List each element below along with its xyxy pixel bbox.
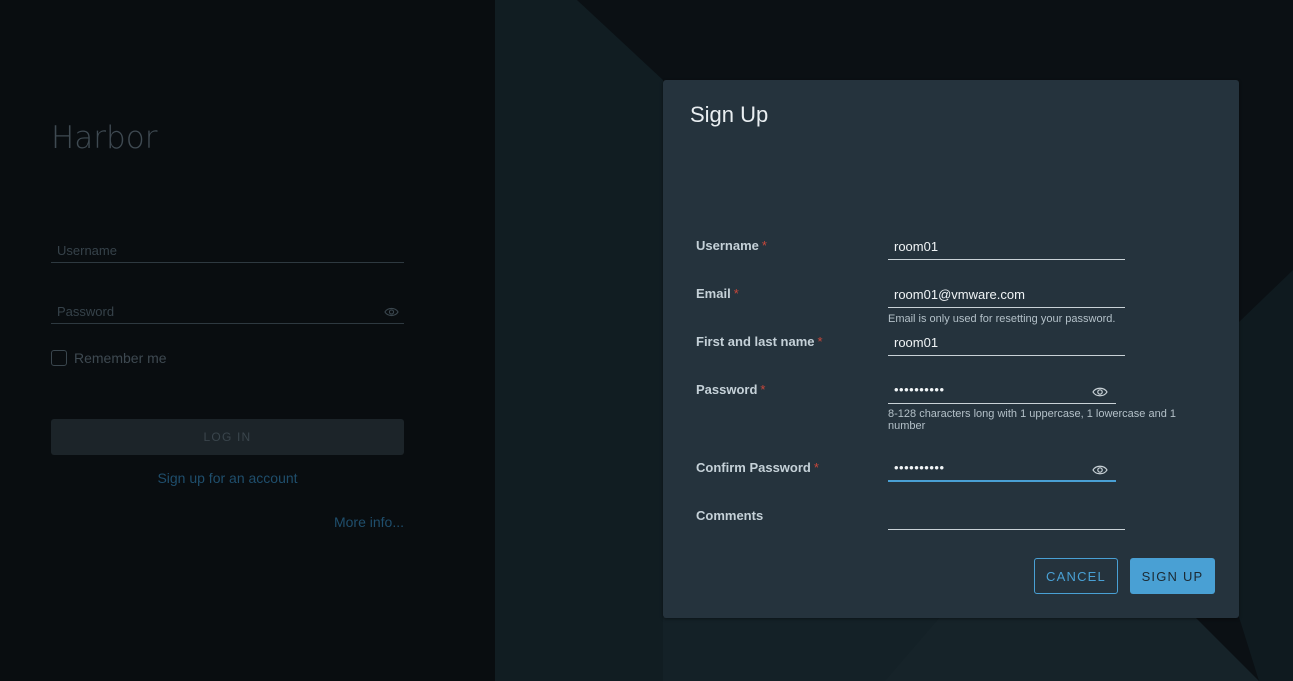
fullname-value: room01 — [894, 335, 939, 350]
more-info-link[interactable]: More info... — [51, 514, 404, 530]
required-mark: * — [760, 382, 766, 397]
sign-up-button[interactable]: SIGN UP — [1130, 558, 1215, 594]
remember-checkbox[interactable] — [51, 350, 67, 366]
eye-icon[interactable] — [1092, 385, 1108, 399]
required-mark: * — [817, 334, 823, 349]
email-value: room01@vmware.com — [894, 287, 1025, 302]
username-input[interactable]: room01 — [888, 236, 1125, 260]
required-mark: * — [733, 286, 739, 301]
email-helper-text: Email is only used for resetting your pa… — [888, 313, 1116, 325]
username-value: room01 — [894, 239, 939, 254]
cancel-button[interactable]: CANCEL — [1034, 558, 1118, 594]
login-panel: Harbor Remember me LOG IN Sign up for an… — [0, 0, 495, 681]
required-mark: * — [761, 238, 767, 253]
eye-icon[interactable] — [384, 305, 399, 319]
login-username-input[interactable] — [51, 239, 404, 263]
modal-title: Sign Up — [690, 102, 769, 127]
remember-me[interactable]: Remember me — [51, 350, 167, 366]
confirm-password-input[interactable]: •••••••••• — [888, 458, 1116, 482]
login-password-input[interactable] — [51, 300, 404, 324]
fullname-input[interactable]: room01 — [888, 332, 1125, 356]
password-value: •••••••••• — [894, 382, 945, 397]
password-label: Password * — [696, 382, 766, 397]
email-input[interactable]: room01@vmware.com — [888, 284, 1125, 308]
eye-icon[interactable] — [1092, 463, 1108, 477]
comments-input[interactable] — [888, 506, 1125, 530]
username-label: Username * — [696, 238, 767, 253]
signup-link[interactable]: Sign up for an account — [51, 470, 404, 486]
email-label: Email * — [696, 286, 739, 301]
remember-label: Remember me — [74, 350, 167, 366]
comments-label: Comments — [696, 508, 764, 523]
login-button[interactable]: LOG IN — [51, 419, 404, 455]
confirm-password-label: Confirm Password * — [696, 460, 819, 475]
brand-title: Harbor — [51, 120, 158, 156]
password-input[interactable]: •••••••••• — [888, 380, 1116, 404]
fullname-label: First and last name * — [696, 334, 823, 349]
required-mark: * — [813, 460, 819, 475]
confirm-password-value: •••••••••• — [894, 460, 945, 475]
signup-modal: Sign Up Username * room01 Email * room01@v… — [663, 80, 1239, 618]
password-helper-text: 8-128 characters long with 1 uppercase, … — [888, 408, 1177, 432]
